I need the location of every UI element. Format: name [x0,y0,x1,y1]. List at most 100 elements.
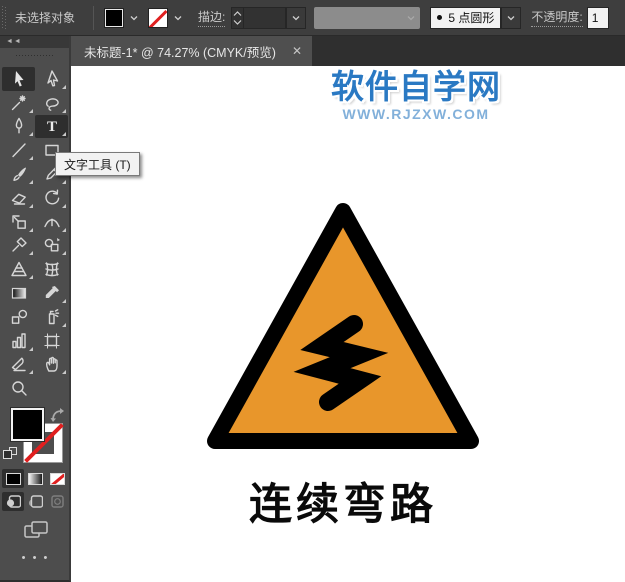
stroke-weight-stepper[interactable] [231,6,245,29]
document-tab[interactable]: 未标题-1* @ 74.27% (CMYK/预览) ✕ [71,36,312,66]
draw-inside-icon [50,495,64,508]
tool-free-transform[interactable] [2,234,35,258]
tool-magic-wand[interactable] [2,91,35,115]
panel-drag-handle[interactable] [0,48,69,64]
fill-color-swatch[interactable] [104,7,125,28]
tool-pen[interactable] [2,115,35,139]
edit-toolbar-button[interactable]: • • • [0,552,71,564]
options-bar: 未选择对象 描边: 5 点圆形 不透明度: 1 [0,0,625,36]
sign-label-text[interactable]: 连续弯路 [167,470,519,532]
brush-definition-chevron[interactable] [501,6,522,29]
flyout-indicator [62,227,66,232]
selection-icon [14,70,23,87]
line-segment-icon [11,143,26,158]
stroke-weight-dropdown[interactable] [286,6,307,29]
tool-direct-selection[interactable] [35,67,68,91]
tool-rotate[interactable] [35,186,68,210]
magic-wand-icon [11,94,26,110]
flyout-indicator [62,108,66,113]
draw-normal-icon [6,495,21,508]
free-transform-icon [11,237,27,253]
tool-line-segment[interactable] [2,138,35,162]
shape-builder-icon [44,238,60,252]
tool-width[interactable] [35,210,68,234]
gradient-swatch-icon [27,472,43,485]
tool-hand[interactable] [35,353,68,377]
tools-panel: ◄◄ T • • • [0,36,71,582]
draw-normal-button[interactable] [2,492,24,511]
opacity-field[interactable]: 1 [586,6,609,29]
eyedropper-icon [45,286,59,299]
tool-type[interactable]: T [35,114,68,139]
tool-selection[interactable] [2,67,35,91]
default-fill-stroke-button[interactable] [3,447,19,463]
color-button[interactable] [2,469,24,488]
tab-close-icon[interactable]: ✕ [292,45,302,57]
mesh-icon [44,262,59,277]
warning-sign-graphic[interactable] [197,194,489,462]
opacity-label[interactable]: 不透明度: [531,8,583,27]
tool-gradient[interactable] [2,281,35,305]
tool-eraser[interactable] [2,186,35,210]
flyout-indicator [29,251,33,256]
tool-paintbrush[interactable] [2,162,35,186]
swap-fill-stroke-icon[interactable] [50,407,67,423]
none-button[interactable] [46,469,68,488]
flyout-indicator [62,251,66,256]
paintbrush-icon [12,167,26,182]
blend-icon [11,309,27,324]
drawing-mode-buttons [2,492,69,511]
drag-dots [15,54,54,58]
fill-color-dropdown[interactable] [126,8,142,28]
flyout-indicator [29,227,33,232]
flyout-indicator [62,298,66,303]
tool-mesh[interactable] [35,257,68,281]
brush-preview-dot [437,15,443,20]
flyout-indicator [29,156,33,161]
tool-eyedropper[interactable] [35,281,68,305]
tool-zoom[interactable] [2,376,35,400]
options-bar-grip[interactable] [2,5,7,30]
flyout-indicator [62,322,66,327]
illustrator-window: 未选择对象 描边: 5 点圆形 不透明度: 1 未标题-1* @ 74.27% … [0,0,625,582]
tool-lasso[interactable] [35,91,68,115]
slice-icon [11,357,26,372]
color-mode-buttons [2,469,69,488]
brush-definition-dropdown[interactable]: 5 点圆形 [430,6,502,29]
stroke-weight-label[interactable]: 描边: [198,8,226,27]
chevron-down-icon [233,19,242,25]
tool-column-graph[interactable] [2,329,35,353]
none-swatch-icon [49,472,65,485]
tool-artboard[interactable] [35,329,68,353]
stroke-weight-field[interactable] [244,6,287,29]
flyout-indicator [62,370,66,375]
chevron-down-icon [174,15,182,20]
tool-tooltip: 文字工具 (T) [55,152,140,176]
mini-fill-swatch [3,450,12,459]
chevron-down-icon [507,15,515,20]
gradient-button[interactable] [24,469,46,488]
panel-collapse-button[interactable]: ◄◄ [0,36,69,48]
column-graph-icon [11,332,26,348]
tool-blend[interactable] [2,305,35,329]
canvas-artboard[interactable]: 软件自学网 WWW.RJZXW.COM 连续弯路 [71,66,625,582]
flyout-indicator [62,132,66,137]
tool-shape-builder[interactable] [35,234,68,258]
flyout-indicator [29,108,33,113]
fill-proxy-swatch[interactable] [10,407,45,442]
screen-mode-icon [23,521,48,538]
draw-behind-button[interactable] [24,492,46,511]
tool-scale[interactable] [2,210,35,234]
tool-perspective-grid[interactable] [2,257,35,281]
draw-inside-button [46,492,68,511]
flyout-indicator [29,203,33,208]
chevron-down-icon [292,15,300,20]
tool-slice[interactable] [2,353,35,377]
tooltip-text: 文字工具 (T) [64,157,131,172]
change-screen-mode-button[interactable] [0,516,71,544]
stroke-color-dropdown[interactable] [170,8,186,28]
chevron-down-icon [407,15,415,20]
tool-symbol-sprayer[interactable] [35,305,68,329]
stroke-color-swatch[interactable] [148,7,169,28]
flyout-indicator [62,84,66,89]
